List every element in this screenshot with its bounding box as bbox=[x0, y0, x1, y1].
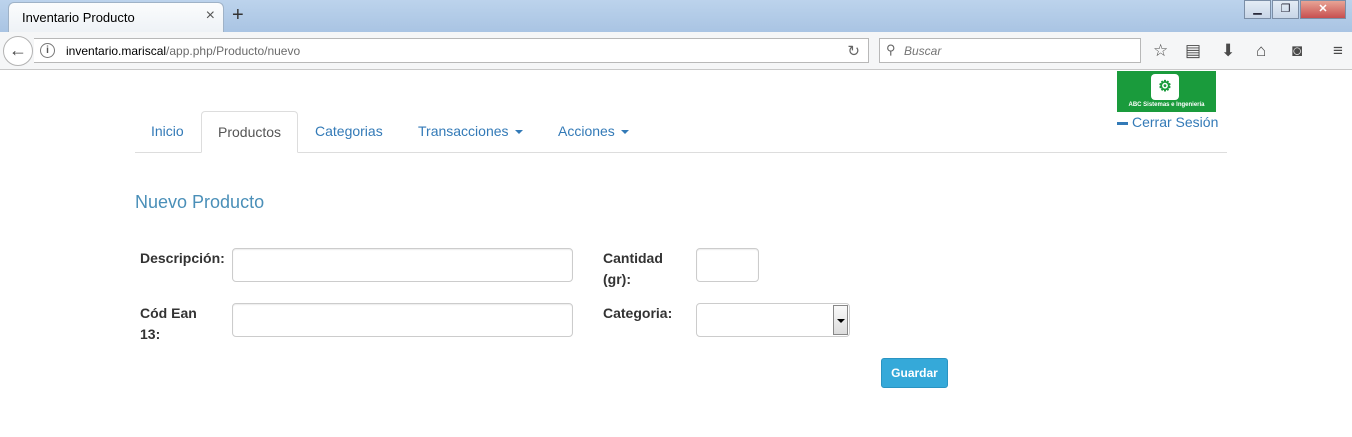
search-input[interactable] bbox=[904, 40, 1134, 61]
tab-label: Acciones bbox=[558, 123, 615, 139]
back-arrow-icon[interactable]: ← bbox=[3, 36, 33, 66]
search-bar[interactable]: ⚲ bbox=[879, 38, 1141, 63]
tab-label: Transacciones bbox=[418, 123, 509, 139]
download-icon[interactable]: ⬇ bbox=[1221, 41, 1235, 61]
tab-transacciones[interactable]: Transacciones bbox=[402, 111, 539, 153]
descripcion-label: Descripción: bbox=[140, 250, 225, 266]
tab-categorias[interactable]: Categorias bbox=[299, 111, 399, 153]
tab-acciones[interactable]: Acciones bbox=[542, 111, 645, 153]
url-text: inventario.mariscal/app.php/Producto/nue… bbox=[66, 44, 300, 58]
chevron-down-icon[interactable] bbox=[833, 305, 848, 335]
tab-close-icon[interactable]: × bbox=[206, 8, 215, 24]
categoria-label: Categoria: bbox=[603, 305, 673, 321]
hamburger-menu-icon[interactable]: ≡ bbox=[1333, 41, 1343, 61]
ean-label: Cód Ean 13: bbox=[140, 305, 197, 342]
cantidad-label: Cantidad (gr): bbox=[603, 250, 663, 287]
pocket-icon[interactable]: ◙ bbox=[1292, 41, 1302, 61]
ean-input[interactable] bbox=[232, 303, 573, 337]
info-icon[interactable]: i bbox=[40, 43, 55, 58]
clipboard-icon[interactable]: ▤ bbox=[1185, 41, 1201, 61]
star-icon[interactable]: ☆ bbox=[1153, 41, 1168, 61]
url-path: /app.php/Producto/nuevo bbox=[166, 44, 301, 58]
main-nav-tabs: Inicio Productos Categorias Transaccione… bbox=[135, 111, 1227, 153]
home-icon[interactable]: ⌂ bbox=[1256, 41, 1266, 61]
tab-label: Categorias bbox=[315, 123, 383, 139]
cantidad-input[interactable] bbox=[696, 248, 759, 282]
browser-titlebar: Inventario Producto × + ▁ ❐ ✕ bbox=[0, 0, 1352, 32]
search-icon: ⚲ bbox=[886, 42, 896, 57]
save-button[interactable]: Guardar bbox=[881, 358, 948, 388]
tab-label: Productos bbox=[218, 124, 282, 140]
categoria-select[interactable] bbox=[696, 303, 850, 337]
browser-toolbar: ← i inventario.mariscal/app.php/Producto… bbox=[0, 32, 1352, 70]
close-window-button[interactable]: ✕ bbox=[1300, 0, 1346, 19]
caret-down-icon bbox=[514, 130, 523, 135]
minimize-button[interactable]: ▁ bbox=[1244, 0, 1271, 19]
tab-title: Inventario Producto bbox=[22, 10, 135, 25]
caret-down-icon bbox=[620, 130, 629, 135]
tab-productos[interactable]: Productos bbox=[201, 111, 299, 153]
logo-icon: ⚙ bbox=[1151, 74, 1179, 100]
logo-text: ABC Sistemas e Ingeniería bbox=[1128, 102, 1205, 108]
maximize-button[interactable]: ❐ bbox=[1272, 0, 1299, 19]
page-title: Nuevo Producto bbox=[135, 192, 265, 212]
url-host: inventario.mariscal bbox=[66, 44, 167, 58]
descripcion-input[interactable] bbox=[232, 248, 573, 282]
reload-icon[interactable]: ↻ bbox=[847, 42, 860, 60]
company-logo: ⚙ ABC Sistemas e Ingeniería bbox=[1117, 71, 1216, 112]
browser-tab[interactable]: Inventario Producto × bbox=[8, 2, 224, 32]
new-tab-button[interactable]: + bbox=[232, 4, 244, 26]
tab-label: Inicio bbox=[151, 123, 184, 139]
tab-inicio[interactable]: Inicio bbox=[135, 111, 200, 153]
window-controls: ▁ ❐ ✕ bbox=[1243, 0, 1346, 20]
address-bar[interactable]: i inventario.mariscal/app.php/Producto/n… bbox=[34, 38, 869, 63]
